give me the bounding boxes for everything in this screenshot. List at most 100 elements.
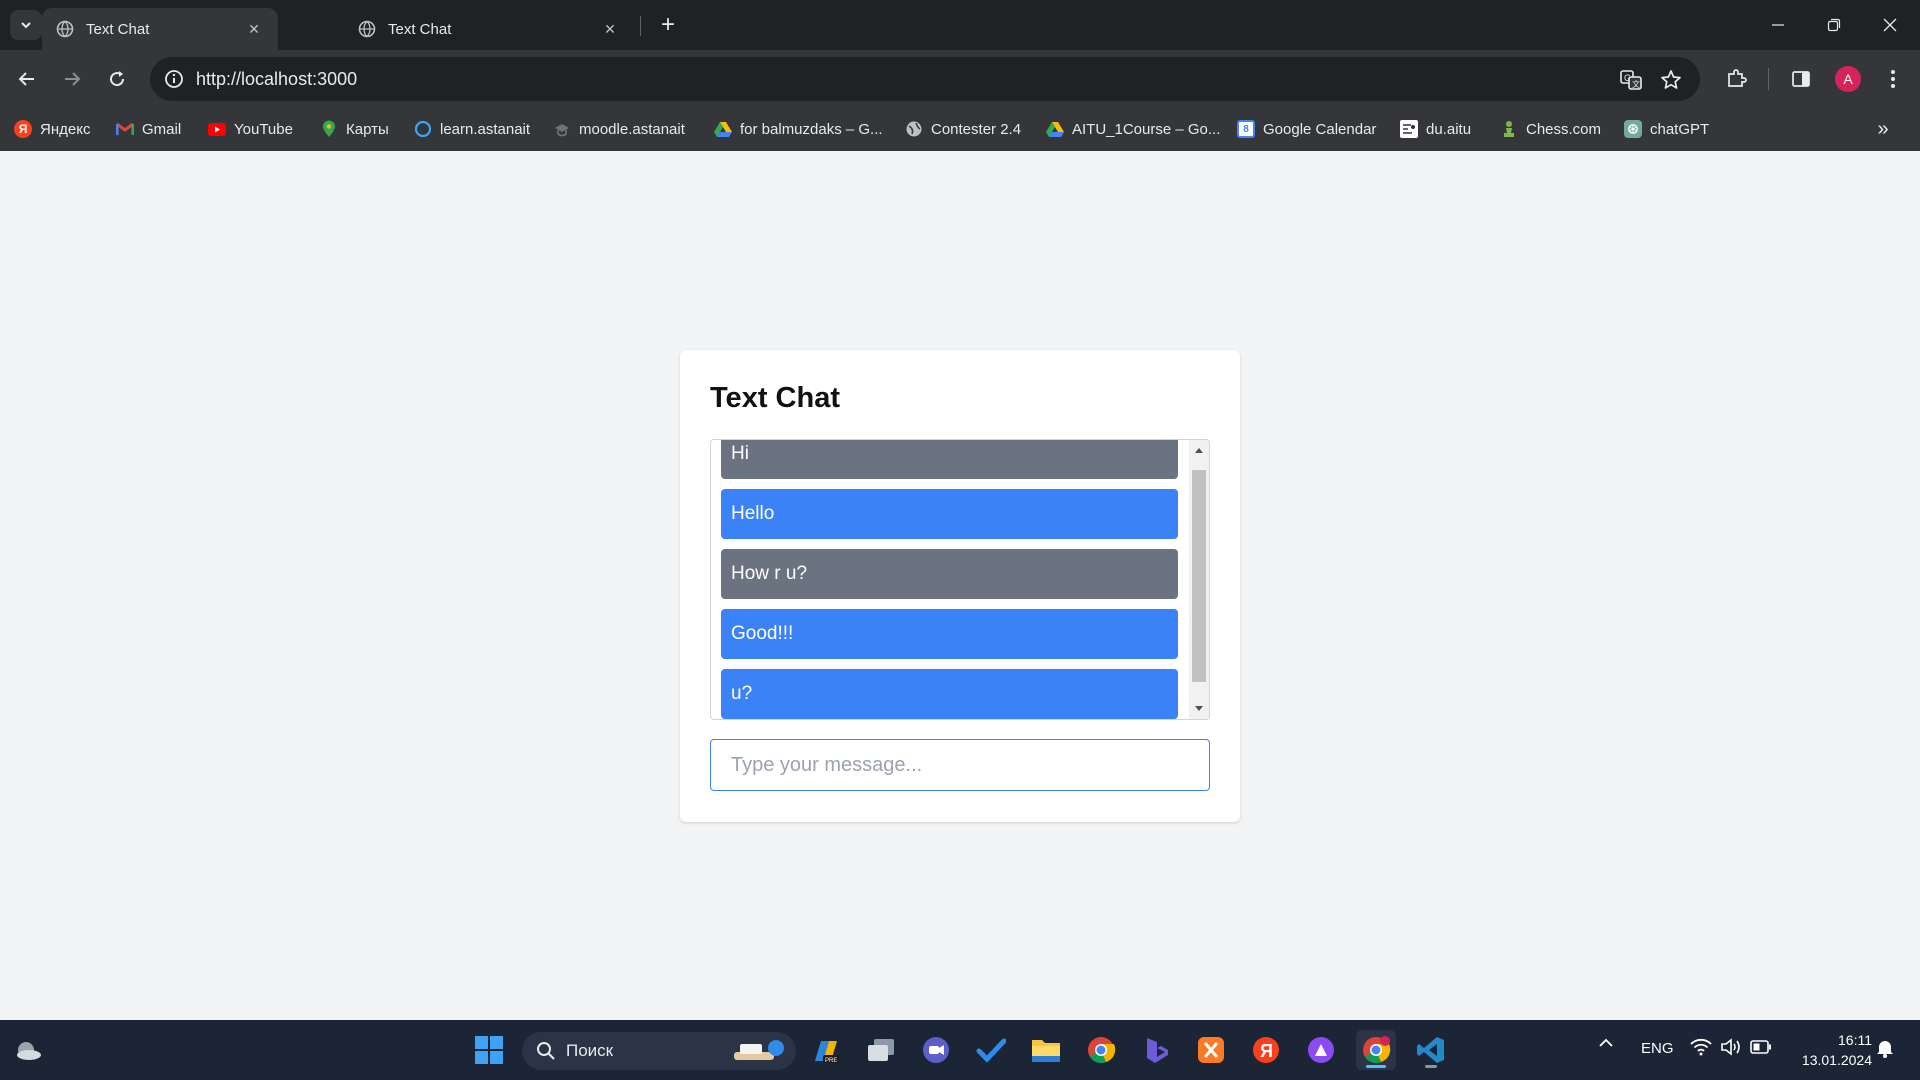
bookmark-label: Google Calendar xyxy=(1263,120,1377,138)
restore-button[interactable] xyxy=(1806,0,1862,50)
network-volume-battery-tray[interactable] xyxy=(1690,1038,1772,1056)
tab-search-button[interactable] xyxy=(10,10,42,40)
tab-divider xyxy=(640,16,641,36)
reload-button[interactable] xyxy=(99,61,135,97)
taskbar-search-box[interactable]: Поиск xyxy=(522,1032,796,1070)
bing-app[interactable] xyxy=(1136,1030,1176,1070)
minimize-button[interactable] xyxy=(1750,0,1806,50)
gmail-icon xyxy=(116,120,134,138)
wifi-icon xyxy=(1690,1038,1712,1056)
copilot-app[interactable]: PRE xyxy=(806,1030,846,1070)
bookmark-for-balmuzdaks[interactable]: for balmuzdaks – G... xyxy=(714,116,883,142)
close-window-button[interactable] xyxy=(1862,0,1918,50)
xampp-app[interactable] xyxy=(1191,1030,1231,1070)
message-scrollbar[interactable] xyxy=(1189,440,1209,719)
bookmark-label: for balmuzdaks – G... xyxy=(740,120,883,138)
bookmark-label: Gmail xyxy=(142,120,182,138)
svg-text:PRE: PRE xyxy=(825,1058,837,1064)
reload-icon xyxy=(110,71,125,87)
bookmark-label: Contester 2.4 xyxy=(931,120,1022,138)
bookmark-moodle[interactable]: moodle.astanait xyxy=(553,116,685,142)
forward-button[interactable] xyxy=(54,61,90,97)
todo-app[interactable] xyxy=(971,1030,1011,1070)
scroll-down-arrow-icon[interactable] xyxy=(1189,699,1209,719)
message-bubble: Hello xyxy=(721,489,1178,539)
side-panel-icon[interactable] xyxy=(1786,64,1816,94)
chess-pawn-icon xyxy=(1500,120,1518,138)
vscode-app[interactable] xyxy=(1411,1030,1451,1070)
circle-icon xyxy=(414,120,432,138)
extensions-icon[interactable] xyxy=(1721,64,1751,94)
bookmark-label: Chess.com xyxy=(1526,120,1602,138)
bookmark-label: chatGPT xyxy=(1650,120,1710,138)
scrollbar-thumb[interactable] xyxy=(1192,470,1206,682)
back-button[interactable] xyxy=(9,61,45,97)
new-tab-button[interactable]: + xyxy=(652,10,684,40)
translate-icon[interactable]: G文 xyxy=(1618,67,1644,93)
bookmark-google-calendar[interactable]: 8 Google Calendar xyxy=(1237,116,1376,142)
close-tab-icon[interactable]: ✕ xyxy=(244,19,264,39)
bookmarks-bar: Я Яндекс Gmail YouTube Карты learn.astan… xyxy=(0,108,1920,151)
page-viewport: Text Chat Hi Hello How r u? Good!!! u? xyxy=(0,151,1920,1020)
file-explorer-app[interactable] xyxy=(1026,1030,1066,1070)
message-bubble: u? xyxy=(721,669,1178,719)
arrow-left-icon xyxy=(18,72,34,86)
vscode-icon xyxy=(1417,1037,1444,1063)
bookmark-du-aitu[interactable]: du.aitu xyxy=(1400,116,1471,142)
chrome-profile-app[interactable] xyxy=(1356,1030,1396,1070)
input-language-indicator[interactable]: ENG xyxy=(1641,1040,1674,1057)
bell-icon xyxy=(1877,1041,1893,1058)
more-bookmarks-button[interactable]: » xyxy=(1868,114,1898,144)
chrome-app[interactable] xyxy=(1081,1030,1121,1070)
site-info-icon[interactable] xyxy=(162,67,186,91)
weather-cloud-icon xyxy=(17,1042,41,1060)
close-tab-icon[interactable]: ✕ xyxy=(600,19,620,39)
chrome-icon xyxy=(1088,1037,1116,1063)
profile-avatar[interactable]: A xyxy=(1835,66,1861,92)
tab-text-chat-active[interactable]: Text Chat ✕ xyxy=(42,8,278,50)
weather-widget-button[interactable] xyxy=(8,1030,48,1070)
teams-meet-app[interactable] xyxy=(916,1030,956,1070)
task-view-app[interactable] xyxy=(861,1030,901,1070)
bookmark-chess[interactable]: Chess.com xyxy=(1500,116,1601,142)
yandex-browser-app[interactable]: Я xyxy=(1246,1030,1286,1070)
search-icon xyxy=(537,1042,555,1060)
bookmark-yandex[interactable]: Я Яндекс xyxy=(14,116,90,142)
browser-toolbar: http://localhost:3000 G文 A xyxy=(0,50,1920,108)
chat-card: Text Chat Hi Hello How r u? Good!!! u? xyxy=(680,350,1240,822)
bookmark-chatgpt[interactable]: chatGPT xyxy=(1624,116,1709,142)
start-button[interactable] xyxy=(469,1030,509,1070)
tab-text-chat[interactable]: Text Chat ✕ xyxy=(344,8,634,50)
message-list[interactable]: Hi Hello How r u? Good!!! u? xyxy=(710,439,1210,720)
system-clock[interactable]: 16:11 13.01.2024 xyxy=(1784,1030,1872,1070)
yandex-icon: Я xyxy=(1253,1037,1279,1063)
browser-tab-strip: Text Chat ✕ Text Chat ✕ + xyxy=(0,0,1920,50)
bookmark-contester[interactable]: Contester 2.4 xyxy=(905,116,1021,142)
open-app-indicator xyxy=(1425,1065,1437,1068)
bookmark-gmail[interactable]: Gmail xyxy=(116,116,181,142)
bookmark-maps[interactable]: Карты xyxy=(320,116,389,142)
bookmark-aitu-1course[interactable]: AITU_1Course – Go... xyxy=(1046,116,1220,142)
bookmark-learn-astanait[interactable]: learn.astanait xyxy=(414,116,530,142)
message-bubble: How r u? xyxy=(721,549,1178,599)
message-bubble: Good!!! xyxy=(721,609,1178,659)
url-text: http://localhost:3000 xyxy=(196,69,358,89)
toolbar-divider xyxy=(1768,68,1769,90)
alice-app[interactable] xyxy=(1301,1030,1341,1070)
windows-logo-icon xyxy=(475,1036,503,1064)
notifications-button[interactable] xyxy=(1876,1038,1894,1058)
chevron-up-icon xyxy=(1599,1038,1613,1047)
scroll-up-arrow-icon[interactable] xyxy=(1189,440,1209,460)
calendar-icon: 8 xyxy=(1237,120,1255,138)
bookmark-youtube[interactable]: YouTube xyxy=(208,116,293,142)
maps-pin-icon xyxy=(320,120,338,138)
bookmark-label: AITU_1Course – Go... xyxy=(1072,120,1221,138)
more-menu-icon[interactable] xyxy=(1878,64,1908,94)
tab-title: Text Chat xyxy=(388,20,452,38)
bookmark-star-icon[interactable] xyxy=(1658,67,1684,93)
address-bar[interactable]: http://localhost:3000 G文 xyxy=(150,57,1700,101)
google-drive-icon xyxy=(1046,120,1064,138)
show-hidden-icons-button[interactable] xyxy=(1598,1038,1614,1048)
svg-text:文: 文 xyxy=(1632,79,1640,89)
message-input[interactable] xyxy=(710,739,1210,791)
